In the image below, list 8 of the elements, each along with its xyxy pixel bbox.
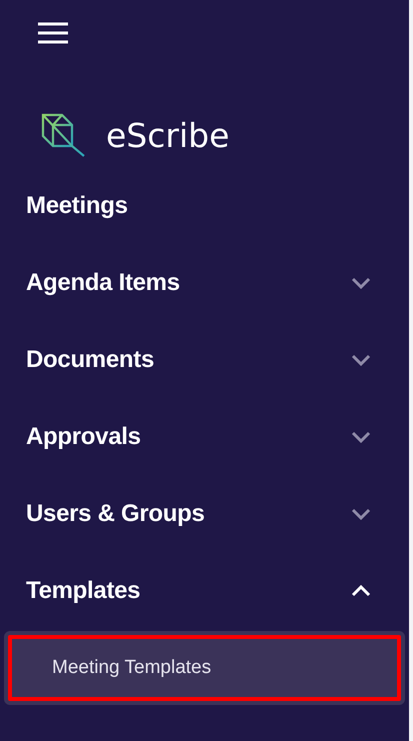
nav-item[interactable]: Agenda Items (0, 244, 409, 321)
nav-item[interactable]: Approvals (0, 398, 409, 475)
nav-item[interactable]: Meetings (0, 167, 409, 244)
brand-name: eScribe (106, 116, 230, 154)
nav-item[interactable]: Templates (0, 552, 409, 629)
submenu-item[interactable]: Meeting Templates (4, 631, 405, 705)
nav-item[interactable]: Documents (0, 321, 409, 398)
nav-item[interactable]: Users & Groups (0, 475, 409, 552)
